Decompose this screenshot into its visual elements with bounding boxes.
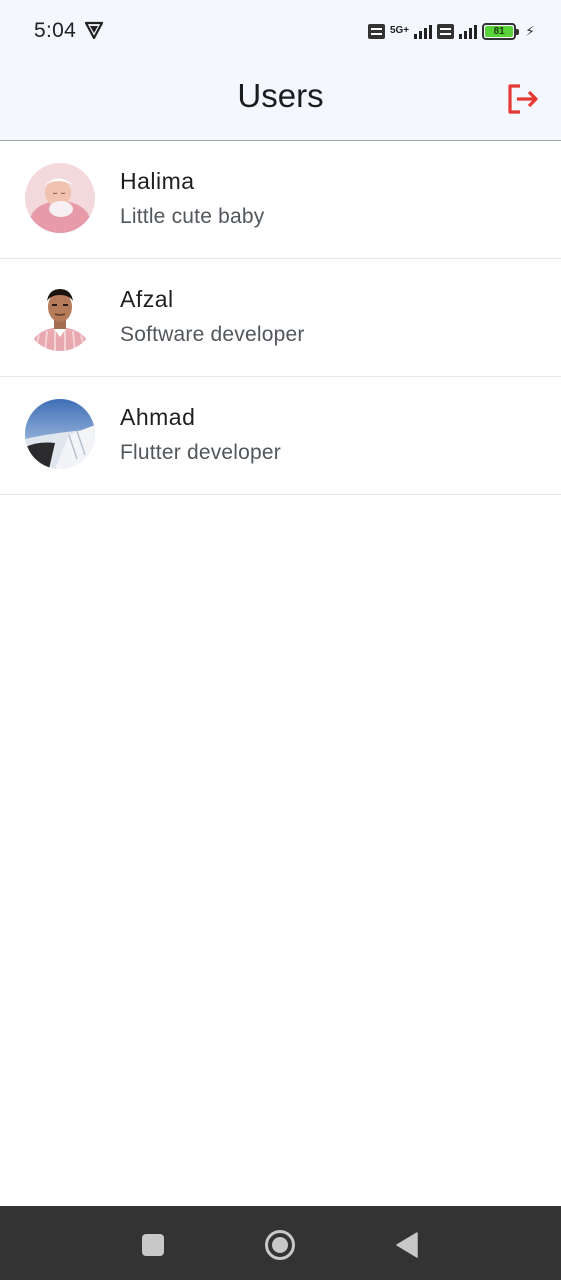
app-bar: Users <box>0 60 561 140</box>
battery-level: 81 <box>485 25 514 37</box>
system-nav-bar <box>0 1206 561 1280</box>
status-icons: 5G+ 81 ⚡ <box>367 19 535 43</box>
circle-icon <box>265 1230 295 1260</box>
user-subtitle: Software developer <box>120 323 305 346</box>
user-name: Halima <box>120 168 195 194</box>
list-item-afzal[interactable]: Afzal Software developer <box>0 259 561 377</box>
user-subtitle: Little cute baby <box>120 205 265 228</box>
battery-icon: 81 <box>482 22 520 40</box>
home-button[interactable] <box>263 1228 297 1262</box>
user-subtitle: Flutter developer <box>120 441 281 464</box>
user-list: Halima Little cute baby Afzal Software d… <box>0 141 561 495</box>
volte-lte-icon <box>437 23 455 39</box>
list-item-ahmad[interactable]: Ahmad Flutter developer <box>0 377 561 495</box>
vpn-shield-icon <box>84 21 104 40</box>
network-type-label: 5G+ <box>389 25 410 36</box>
user-name: Ahmad <box>120 404 196 430</box>
avatar-man-portrait-photo <box>25 281 95 351</box>
page-title: Users <box>237 77 324 114</box>
status-bar: 5:04 5G+ 81 ⚡ <box>0 0 561 60</box>
signal-icon <box>414 23 433 39</box>
avatar-airplane-window-photo <box>25 399 95 469</box>
volte-icon <box>367 23 385 39</box>
recents-button[interactable] <box>136 1228 170 1262</box>
logout-button[interactable] <box>500 78 546 120</box>
avatar-baby-photo <box>25 163 95 233</box>
user-name: Afzal <box>120 286 174 312</box>
logout-icon <box>508 84 538 114</box>
square-icon <box>142 1234 164 1256</box>
charging-icon: ⚡ <box>525 22 535 39</box>
status-time: 5:04 <box>34 19 77 42</box>
list-item-halima[interactable]: Halima Little cute baby <box>0 141 561 259</box>
back-button[interactable] <box>390 1228 424 1262</box>
triangle-back-icon <box>396 1232 418 1258</box>
signal-icon-2 <box>459 23 478 39</box>
